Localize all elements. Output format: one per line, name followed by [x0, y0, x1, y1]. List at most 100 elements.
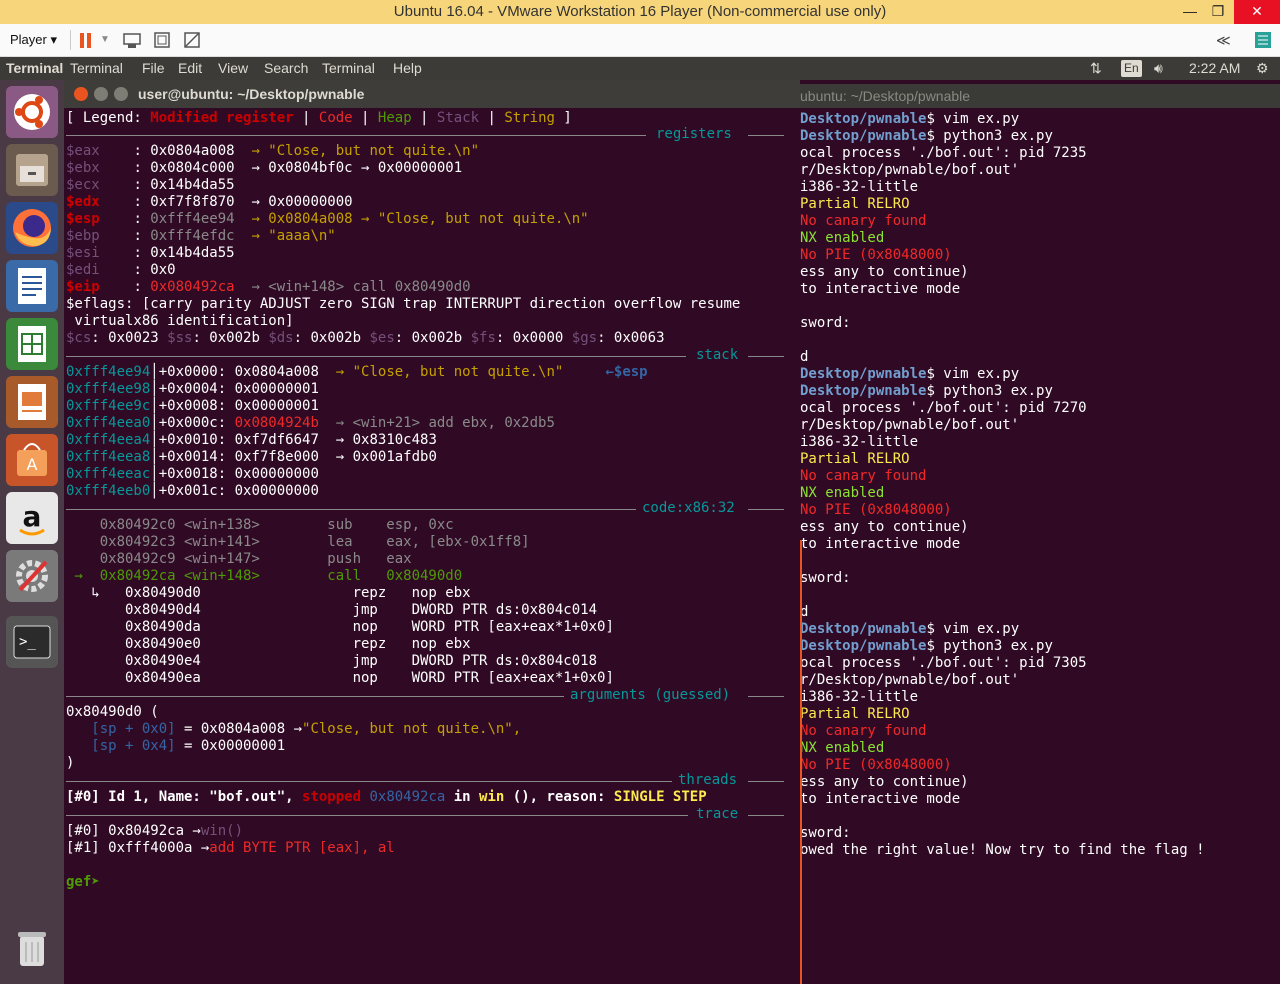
section-divider [66, 781, 672, 782]
output-text: Partial RELRO [800, 451, 910, 467]
stack-address: 0xfff4ee98 [66, 381, 151, 397]
close-icon[interactable]: ✕ [1234, 0, 1280, 24]
stack-offset: │+0x0010: [150, 432, 235, 448]
register-sep: : [133, 211, 151, 227]
prompt-path: Desktop/pwnable [800, 638, 927, 654]
arg-1: [sp + 0x4] = 0x00000001 [66, 738, 286, 754]
register-sep: : [133, 262, 151, 278]
section-trace: trace [696, 806, 739, 822]
background-terminal-line: to interactive mode [800, 536, 960, 552]
close-icon[interactable] [74, 87, 88, 101]
impress-icon[interactable] [6, 376, 58, 428]
menu-search[interactable]: Search [264, 57, 308, 80]
ubuntu-dash-icon[interactable] [6, 86, 58, 138]
background-terminal-window[interactable]: ubuntu: ~/Desktop/pwnable Desktop/pwnabl… [800, 80, 1280, 984]
register-value: 0xfff4efdc [150, 228, 235, 244]
background-terminal-line: No PIE (0x8048000) [800, 757, 952, 773]
send-ctrl-alt-del-icon[interactable] [122, 24, 142, 56]
stack-deref: → 0x001afdb0 [318, 449, 437, 465]
gef-window-title: user@ubuntu: ~/Desktop/pwnable [138, 86, 365, 102]
gef-prompt[interactable]: gef➤ [66, 874, 100, 891]
prompt-path: Desktop/pwnable [800, 383, 927, 399]
segment-registers: $cs: 0x0023 $ss: 0x002b $ds: 0x002b $es:… [66, 330, 665, 346]
stack-address: 0xfff4ee9c [66, 398, 151, 414]
register-name: $ecx [66, 177, 134, 193]
menu-file[interactable]: File [142, 57, 165, 80]
pause-icon[interactable] [79, 24, 93, 56]
files-icon[interactable] [6, 144, 58, 196]
stack-value: 0xf7df6647 [234, 432, 319, 448]
register-value: 0x14b4da55 [150, 177, 235, 193]
register-value: 0x0804c000 [150, 160, 235, 176]
settings-icon[interactable] [6, 550, 58, 602]
output-text: i386-32-little [800, 689, 919, 705]
stack-offset: │+0x001c: [150, 483, 235, 499]
output-text: i386-32-little [800, 179, 919, 195]
network-icon[interactable]: ⇅ [1090, 57, 1102, 80]
restore-icon[interactable]: ❐ [1202, 0, 1234, 24]
trash-icon[interactable] [6, 922, 58, 974]
gear-icon[interactable]: ⚙ [1256, 57, 1269, 80]
register-value: 0x0804a008 [150, 143, 235, 159]
stack-offset: │+0x0004: [150, 381, 235, 397]
disassembly-line: 0x80490da nop WORD PTR [eax+eax*1+0x0] [66, 619, 614, 635]
register-row: $edi : 0x0 [66, 262, 176, 279]
register-sep: : [133, 194, 151, 210]
firefox-icon[interactable] [6, 202, 58, 254]
menu-terminal-2[interactable]: Terminal [322, 57, 375, 80]
background-terminal-line: d [800, 349, 808, 365]
thread-line: [#0] Id 1, Name: "bof.out", stopped 0x80… [66, 789, 707, 805]
maximize-icon[interactable] [114, 87, 128, 101]
eflags-line: $eflags: [carry parity ADJUST zero SIGN … [66, 296, 741, 312]
background-terminal-line: sword: [800, 570, 851, 586]
stack-deref: → "Close, but not quite.\n" [318, 364, 564, 380]
collapse-toolbar-icon[interactable]: ≪ [1216, 24, 1231, 56]
background-terminal-line: ess any to continue) [800, 774, 969, 790]
calc-icon[interactable] [6, 318, 58, 370]
pause-dropdown-icon[interactable]: ▼ [100, 24, 110, 56]
clock[interactable]: 2:22 AM [1189, 57, 1240, 80]
background-terminal-line: ocal process './bof.out': pid 7305 [800, 655, 1087, 671]
output-text: ocal process './bof.out': pid 7270 [800, 400, 1087, 416]
amazon-icon[interactable]: a [6, 492, 58, 544]
background-terminal-line: No canary found [800, 723, 926, 739]
stack-value: 0x0804924b [234, 415, 319, 431]
register-chain: → 0x00000000 [234, 194, 353, 210]
keyboard-layout-indicator[interactable]: En [1121, 60, 1142, 77]
volume-icon[interactable]: 🔊︎ [1154, 57, 1163, 80]
output-text: r/Desktop/pwnable/bof.out' [800, 417, 1020, 433]
menu-edit[interactable]: Edit [178, 57, 202, 80]
register-chain: → 0x0804bf0c → 0x00000001 [234, 160, 463, 176]
output-text: NX enabled [800, 740, 885, 756]
menu-help[interactable]: Help [393, 57, 422, 80]
writer-icon[interactable] [6, 260, 58, 312]
output-text: sword: [800, 315, 851, 331]
unity-mode-icon[interactable] [182, 24, 202, 56]
gef-terminal-window[interactable]: user@ubuntu: ~/Desktop/pwnable [ Legend:… [64, 80, 800, 984]
stack-offset: │+0x0018: [150, 466, 235, 482]
prompt-path: Desktop/pwnable [800, 111, 927, 127]
menu-terminal[interactable]: Terminal [70, 57, 123, 80]
args-head: 0x80490d0 ( [66, 704, 159, 720]
stack-value: 0x00000001 [234, 398, 319, 414]
player-menu[interactable]: Player ▾ [10, 24, 57, 56]
output-text: to interactive mode [800, 536, 961, 552]
background-terminal-line: Desktop/pwnable$ vim ex.py [800, 621, 1019, 637]
register-sep: : [133, 228, 151, 244]
fullscreen-icon[interactable] [152, 24, 172, 56]
menu-view[interactable]: View [218, 57, 248, 80]
software-center-icon[interactable]: A [6, 434, 58, 486]
background-terminal-line: Partial RELRO [800, 706, 910, 722]
minimize-icon[interactable] [94, 87, 108, 101]
output-text: sword: [800, 570, 851, 586]
background-terminal-line: No canary found [800, 213, 926, 229]
library-icon[interactable] [1254, 24, 1272, 56]
section-divider [748, 815, 784, 816]
background-terminal-line: No PIE (0x8048000) [800, 247, 952, 263]
section-registers: registers [656, 126, 732, 142]
trace-index: [#0] [66, 823, 100, 839]
svg-text:A: A [27, 455, 38, 474]
stack-offset: │+0x000c: [150, 415, 235, 431]
terminal-icon[interactable]: >_ [6, 616, 58, 668]
vmware-title-bar: Ubuntu 16.04 - VMware Workstation 16 Pla… [0, 0, 1280, 24]
